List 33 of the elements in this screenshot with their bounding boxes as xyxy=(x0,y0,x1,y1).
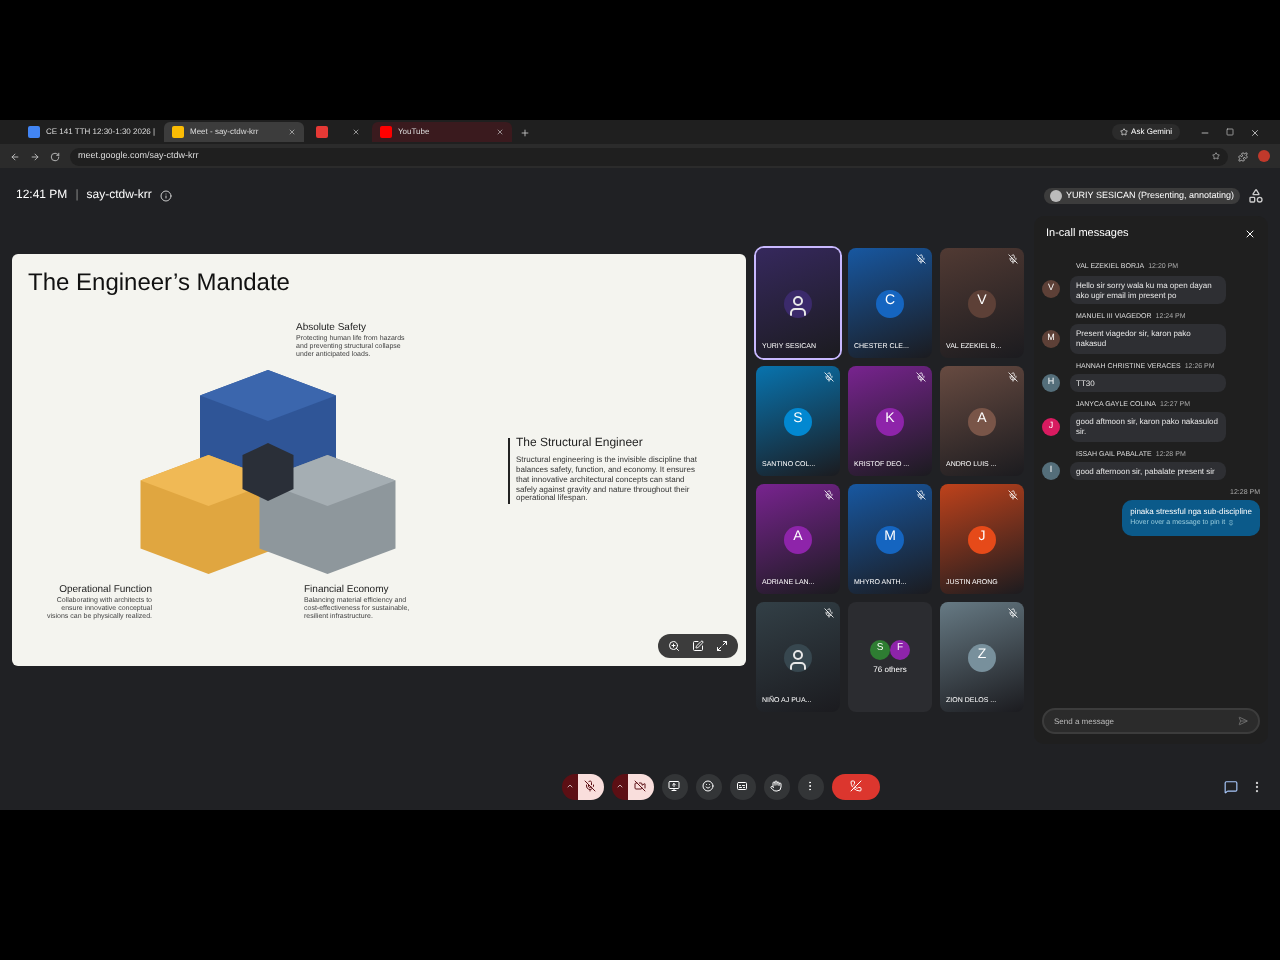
camera-off-icon xyxy=(634,780,646,792)
hand-icon xyxy=(770,780,782,792)
reload-icon[interactable] xyxy=(50,151,60,161)
annotate-icon[interactable] xyxy=(692,639,704,651)
raise-hand-button[interactable] xyxy=(763,773,789,799)
presenter-avatar xyxy=(1050,190,1063,202)
smiley-icon xyxy=(702,780,714,792)
activities-icon[interactable] xyxy=(1250,779,1264,793)
extensions-icon[interactable] xyxy=(1238,151,1248,161)
captions-button[interactable] xyxy=(729,773,755,799)
minimize-icon[interactable] xyxy=(1200,127,1210,137)
slide-title: The Engineer’s Mandate xyxy=(28,269,292,293)
info-icon[interactable] xyxy=(159,190,172,202)
emoji-button[interactable] xyxy=(695,773,721,799)
present-button[interactable] xyxy=(661,773,687,799)
screen-share-icon xyxy=(668,780,680,792)
maximize-icon[interactable] xyxy=(1226,128,1234,136)
captions-icon xyxy=(736,780,748,792)
forward-icon[interactable] xyxy=(30,151,40,161)
muted-mic-icon xyxy=(584,780,596,792)
camera-button[interactable] xyxy=(627,773,653,799)
zoom-icon[interactable] xyxy=(668,639,680,651)
chat-icon[interactable] xyxy=(1224,779,1238,793)
end-call-button[interactable] xyxy=(831,773,879,799)
pin-icon xyxy=(1227,520,1234,527)
back-icon[interactable] xyxy=(10,151,20,161)
phone-icon xyxy=(849,780,861,792)
mic-button[interactable] xyxy=(577,773,603,799)
new-tab-icon[interactable] xyxy=(520,127,530,137)
send-icon[interactable] xyxy=(1238,716,1248,726)
layout-icon[interactable] xyxy=(1248,188,1264,204)
profile-avatar[interactable] xyxy=(1258,150,1270,162)
bookmark-star-icon[interactable] xyxy=(1212,152,1220,160)
